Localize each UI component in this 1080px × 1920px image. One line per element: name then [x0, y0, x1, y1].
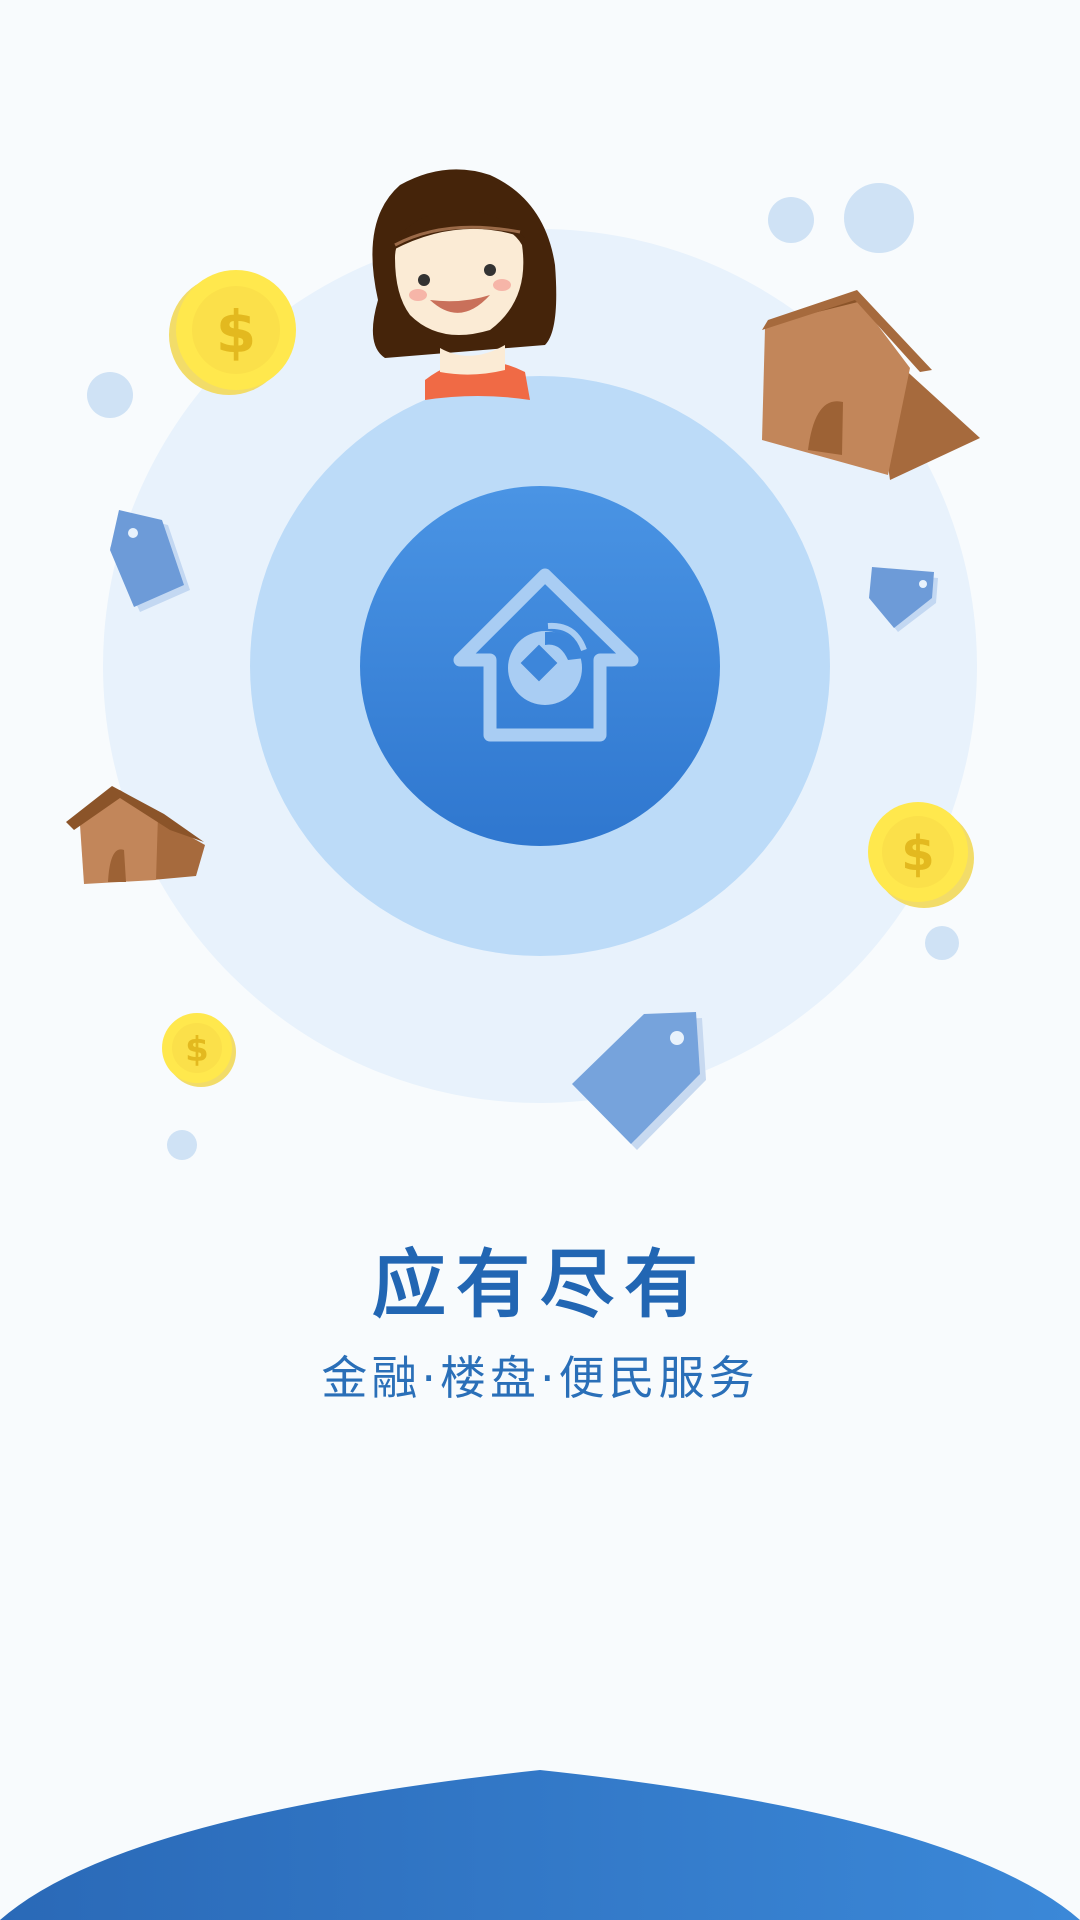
page-subtitle: 金融·楼盘·便民服务: [321, 1351, 759, 1405]
decor-dot: [844, 183, 914, 253]
svg-text:$: $: [185, 1030, 209, 1070]
decor-dot: [768, 197, 814, 243]
decor-dot: [87, 372, 133, 418]
bottom-wave: [0, 1770, 1080, 1920]
decor-dot: [167, 1130, 197, 1160]
coin-icon: $: [162, 1013, 236, 1087]
page-title: 应有尽有: [372, 1242, 708, 1328]
decor-dot: [925, 926, 959, 960]
splash-screen: $ $ $ 应有尽有 金融·楼盘·便民服务: [0, 0, 1080, 1920]
hero-illustration: $ $ $: [66, 169, 980, 1160]
svg-text:$: $: [901, 826, 934, 882]
svg-text:$: $: [216, 298, 256, 366]
